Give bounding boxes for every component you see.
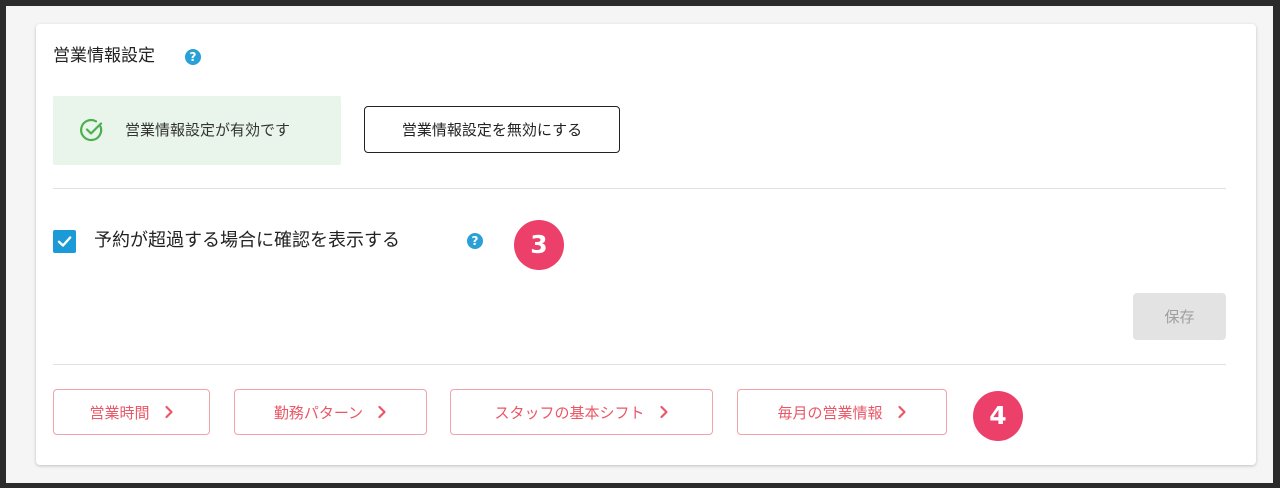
nav-label: 毎月の営業情報 [777, 403, 883, 422]
status-text: 営業情報設定が有効です [125, 121, 291, 139]
nav-monthly-info-button[interactable]: 毎月の営業情報 [737, 389, 947, 435]
chevron-right-icon [897, 405, 907, 419]
step-badge-3: 3 [514, 220, 564, 270]
section-title: 営業情報設定 [53, 46, 155, 66]
chevron-right-icon [377, 405, 387, 419]
help-icon[interactable]: ? [185, 49, 201, 65]
nav-label: 営業時間 [89, 403, 150, 422]
nav-label: 勤務パターン [273, 403, 364, 422]
chevron-right-icon [164, 405, 174, 419]
chevron-right-icon [659, 405, 669, 419]
check-circle-icon [79, 117, 105, 143]
nav-business-hours-button[interactable]: 営業時間 [53, 389, 210, 435]
nav-label: スタッフの基本シフト [494, 403, 645, 422]
disable-settings-button[interactable]: 営業情報設定を無効にする [364, 106, 620, 153]
step-badge-4: 4 [973, 391, 1023, 441]
confirm-overbooking-checkbox[interactable] [53, 230, 76, 253]
status-box: 営業情報設定が有効です [53, 96, 341, 165]
nav-staff-shifts-button[interactable]: スタッフの基本シフト [450, 389, 713, 435]
nav-work-patterns-button[interactable]: 勤務パターン [234, 389, 427, 435]
help-icon[interactable]: ? [467, 233, 483, 249]
checkbox-label: 予約が超過する場合に確認を表示する [94, 230, 400, 251]
save-button[interactable]: 保存 [1133, 293, 1226, 340]
divider [53, 364, 1226, 365]
divider [53, 188, 1226, 189]
